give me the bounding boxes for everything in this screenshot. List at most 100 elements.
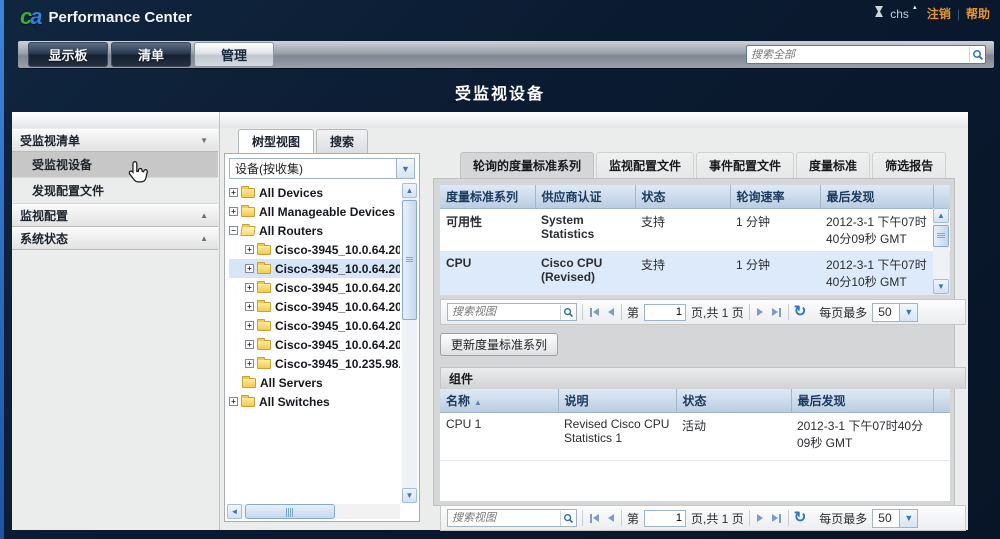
next-page-icon[interactable] bbox=[755, 308, 765, 316]
chevron-down-icon[interactable]: ▼ bbox=[396, 159, 414, 178]
table-row[interactable]: CPU Cisco CPU (Revised) 支持 1 分钟 2012-3-1… bbox=[440, 251, 950, 295]
col-last-found[interactable]: 最后发现 bbox=[820, 185, 934, 209]
collection-select[interactable]: 设备(按收集) ▼ bbox=[229, 158, 415, 179]
tree-horizontal-scrollbar[interactable]: ◄ bbox=[227, 504, 400, 519]
vendor-cert-link[interactable]: Cisco CPU (Revised) bbox=[535, 251, 635, 295]
expand-icon[interactable]: + bbox=[245, 359, 254, 368]
content-top-glow bbox=[12, 112, 968, 128]
logout-link[interactable]: 注销 bbox=[927, 5, 951, 22]
prev-page-icon[interactable] bbox=[606, 308, 616, 316]
per-page-select[interactable]: 50 ▼ bbox=[872, 508, 919, 528]
nav-tab-admin[interactable]: 管理 bbox=[194, 42, 274, 67]
metric-family-link[interactable]: CPU bbox=[440, 251, 535, 295]
tree-node-cisco-router[interactable]: + Cisco-3945_10.0.64.20 bbox=[229, 316, 400, 335]
expand-icon[interactable]: + bbox=[229, 188, 238, 197]
scroll-up-icon[interactable]: ▲ bbox=[933, 208, 949, 223]
col-scrollbar-spacer bbox=[933, 185, 950, 209]
col-description[interactable]: 说明 bbox=[558, 389, 677, 413]
expand-icon[interactable]: + bbox=[245, 340, 254, 349]
first-page-icon[interactable] bbox=[588, 513, 601, 523]
view-search-input[interactable] bbox=[448, 512, 560, 524]
scrollbar-thumb[interactable] bbox=[933, 225, 949, 247]
metric-family-link[interactable]: 可用性 bbox=[440, 208, 535, 252]
expand-icon[interactable]: + bbox=[229, 207, 238, 216]
col-status[interactable]: 状态 bbox=[635, 185, 731, 209]
sidebar-section-system-status[interactable]: 系统状态 ▲ bbox=[12, 227, 218, 250]
nav-tab-dashboards[interactable]: 显示板 bbox=[28, 42, 108, 67]
tree-node-cisco-router[interactable]: + Cisco-3945_10.0.64.20 bbox=[229, 278, 400, 297]
tab-metrics[interactable]: 度量标准 bbox=[796, 152, 871, 178]
tree-node-cisco-router[interactable]: + Cisco-3945_10.0.64.20 bbox=[229, 240, 400, 259]
page-number-input[interactable] bbox=[644, 303, 687, 321]
content-area: 受监视清单 ▼ 受监视设备 发现配置文件 监视配置 ▲ 系统状态 ▲ 树型视图 … bbox=[12, 112, 968, 531]
expand-icon[interactable]: + bbox=[245, 264, 254, 273]
refresh-icon[interactable]: ↻ bbox=[794, 304, 807, 319]
table-vertical-scrollbar[interactable]: ▲ ▼ bbox=[933, 208, 949, 294]
col-poll-rate[interactable]: 轮询速率 bbox=[730, 185, 821, 209]
col-scrollbar-spacer bbox=[933, 389, 950, 413]
details-panel: 轮询的度量标准系列 监视配置文件 事件配置文件 度量标准 筛选报告 度量标准系列… bbox=[425, 152, 968, 531]
table-row[interactable]: CPU 1 Revised Cisco CPU Statistics 1 活动 … bbox=[440, 412, 950, 461]
sidebar-item-monitored-devices[interactable]: 受监视设备 bbox=[12, 152, 218, 178]
tree-node-all-devices[interactable]: + All Devices bbox=[229, 183, 400, 202]
per-page-select[interactable]: 50 ▼ bbox=[872, 302, 919, 322]
tree-panel: 树型视图 搜索 设备(按收集) ▼ + All Devices + All Ma… bbox=[222, 129, 422, 522]
vendor-cert-link[interactable]: System Statistics bbox=[535, 208, 635, 252]
scroll-up-icon[interactable]: ▲ bbox=[402, 183, 417, 198]
col-name[interactable]: 名称 ▲ bbox=[440, 389, 559, 413]
scroll-down-icon[interactable]: ▼ bbox=[933, 279, 949, 294]
update-metric-family-button[interactable]: 更新度量标准系列 bbox=[440, 333, 559, 356]
table-row[interactable]: 可用性 System Statistics 支持 1 分钟 2012-3-1 下… bbox=[440, 208, 950, 252]
search-icon[interactable] bbox=[560, 304, 576, 320]
global-search-input[interactable] bbox=[747, 48, 969, 61]
col-status[interactable]: 状态 bbox=[676, 389, 792, 413]
tree-vertical-scrollbar[interactable]: ▲ ▼ bbox=[402, 183, 417, 503]
help-link[interactable]: 帮助 bbox=[966, 5, 990, 22]
tab-event-profiles[interactable]: 事件配置文件 bbox=[696, 152, 795, 178]
section-label: 系统状态 bbox=[20, 232, 69, 246]
search-icon[interactable] bbox=[560, 510, 576, 526]
expand-icon[interactable]: + bbox=[245, 245, 254, 254]
tree-node-cisco-router[interactable]: + Cisco-3945_10.0.64.20 bbox=[229, 335, 400, 354]
prev-page-icon[interactable] bbox=[606, 514, 616, 522]
scroll-left-icon[interactable]: ◄ bbox=[227, 504, 242, 519]
tab-monitoring-profiles[interactable]: 监视配置文件 bbox=[596, 152, 695, 178]
collapse-icon[interactable]: − bbox=[229, 226, 238, 235]
tab-filtered-reports[interactable]: 筛选报告 bbox=[872, 152, 947, 178]
next-page-icon[interactable] bbox=[755, 514, 765, 522]
tree-node-all-servers[interactable]: All Servers bbox=[229, 373, 400, 392]
tree-node-cisco-router[interactable]: + Cisco-3945_10.235.98. bbox=[229, 354, 400, 373]
view-search-input[interactable] bbox=[448, 306, 560, 318]
last-page-icon[interactable] bbox=[770, 513, 783, 523]
last-page-icon[interactable] bbox=[770, 307, 783, 317]
refresh-icon[interactable]: ↻ bbox=[794, 510, 807, 525]
col-metric-family[interactable]: 度量标准系列 bbox=[440, 185, 536, 209]
expand-icon[interactable]: + bbox=[245, 283, 254, 292]
folder-icon bbox=[257, 356, 271, 369]
tree-node-all-switches[interactable]: + All Switches bbox=[229, 392, 400, 411]
tab-tree-view[interactable]: 树型视图 bbox=[238, 129, 315, 153]
tree-node-cisco-router-selected[interactable]: + Cisco-3945_10.0.64.20 bbox=[229, 259, 400, 278]
folder-icon bbox=[241, 204, 255, 217]
page-number-input[interactable] bbox=[644, 509, 687, 527]
expand-icon[interactable]: + bbox=[245, 321, 254, 330]
tree-node-all-routers[interactable]: − All Routers bbox=[229, 221, 400, 240]
sidebar-section-monitored-inventory[interactable]: 受监视清单 ▼ bbox=[12, 129, 218, 152]
tree-node-all-manageable-devices[interactable]: + All Manageable Devices bbox=[229, 202, 400, 221]
col-vendor-cert[interactable]: 供应商认证 bbox=[535, 185, 636, 209]
col-last-found[interactable]: 最后发现 bbox=[791, 389, 934, 413]
tab-search[interactable]: 搜索 bbox=[316, 129, 369, 153]
first-page-icon[interactable] bbox=[588, 307, 601, 317]
scrollbar-thumb[interactable] bbox=[245, 504, 335, 519]
sidebar-section-monitoring-config[interactable]: 监视配置 ▲ bbox=[12, 204, 218, 227]
sidebar-item-discovery-profiles[interactable]: 发现配置文件 bbox=[12, 178, 218, 204]
expand-icon[interactable]: + bbox=[229, 397, 238, 406]
search-icon[interactable] bbox=[969, 47, 985, 62]
tab-polled-metric-families[interactable]: 轮询的度量标准系列 bbox=[460, 152, 595, 178]
scroll-down-icon[interactable]: ▼ bbox=[402, 488, 417, 503]
user-menu[interactable]: chs bbox=[890, 7, 909, 21]
tree-node-cisco-router[interactable]: + Cisco-3945_10.0.64.20 bbox=[229, 297, 400, 316]
expand-icon[interactable]: + bbox=[245, 302, 254, 311]
scrollbar-thumb[interactable] bbox=[402, 200, 417, 320]
nav-tab-inventory[interactable]: 清单 bbox=[111, 42, 191, 67]
